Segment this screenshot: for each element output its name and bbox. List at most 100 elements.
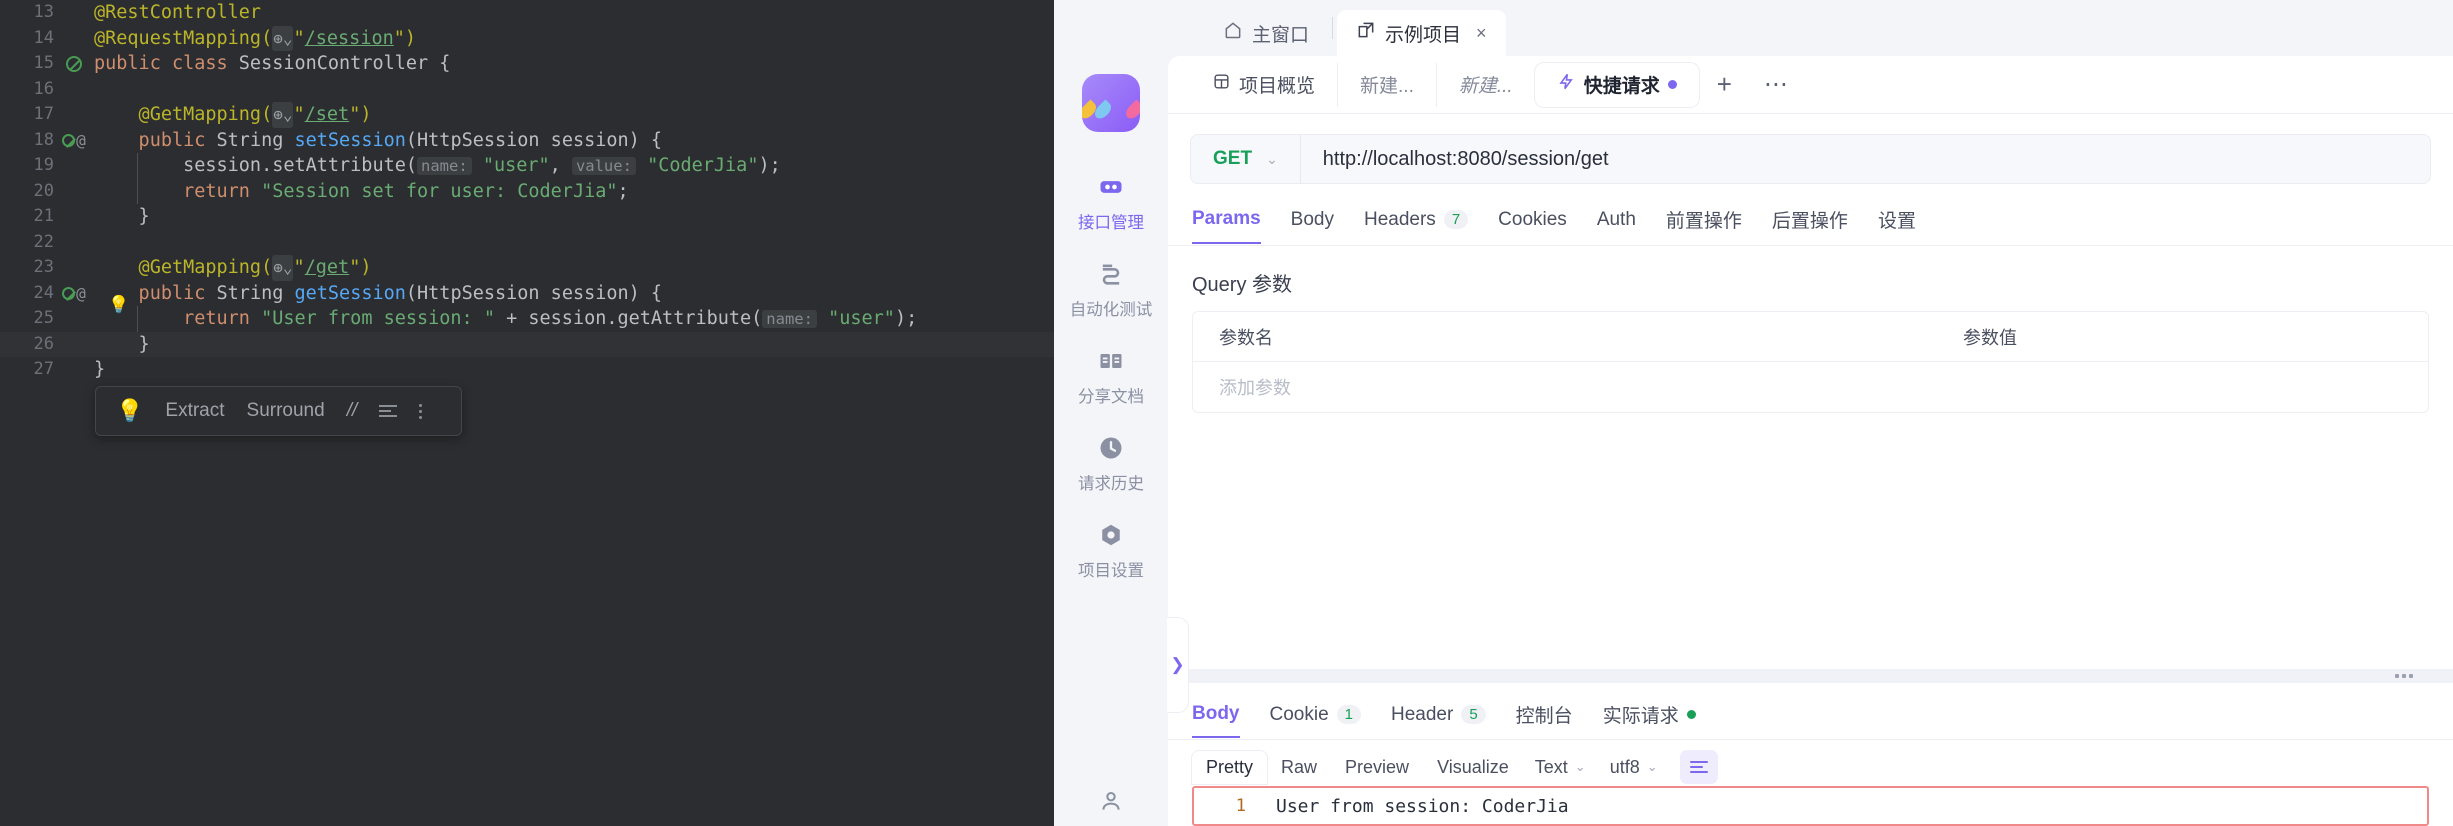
add-param-placeholder[interactable]: 添加参数 xyxy=(1193,374,1953,400)
more-vertical-icon[interactable] xyxy=(419,403,423,419)
drag-grip-icon[interactable] xyxy=(2395,674,2413,678)
code-line[interactable]: 14 @RequestMapping(⊕⌄"/session") xyxy=(0,25,1054,51)
sidebar-item-4[interactable]: 请求历史 xyxy=(1070,421,1153,508)
tab-overflow-button[interactable]: ⋯ xyxy=(1750,63,1803,107)
globe-icon: ⊕⌄ xyxy=(272,255,294,281)
method-select[interactable]: GET ⌄ xyxy=(1191,135,1301,183)
code-editor[interactable]: 13 @RestController 14 @RequestMapping(⊕⌄"/s… xyxy=(0,0,1054,826)
token: } xyxy=(94,206,150,227)
format-tab-visualize[interactable]: Visualize xyxy=(1423,751,1523,784)
indent-icon[interactable] xyxy=(379,405,398,417)
format-tab-pretty[interactable]: Pretty xyxy=(1192,750,1268,784)
document-tab-4[interactable]: 快捷请求 xyxy=(1534,62,1699,107)
user-icon[interactable] xyxy=(1054,774,1168,826)
code-line[interactable]: 18 @ public String setSession(HttpSession… xyxy=(0,128,1054,154)
sidebar-item-5[interactable]: 项目设置 xyxy=(1070,508,1153,595)
intention-actions-popup[interactable]: 💡 Extract Surround // xyxy=(95,386,462,436)
token: public xyxy=(94,129,217,151)
external-link-icon xyxy=(1356,20,1376,46)
response-panel: Body Cookie 1 Header 5 控制台 实际请求 Pretty Raw Previ… xyxy=(1168,683,2453,826)
word-wrap-icon[interactable] xyxy=(1679,750,1718,784)
class-run-gutter-icon[interactable] xyxy=(56,55,92,72)
request-tab-auth[interactable]: Auth xyxy=(1597,209,1636,243)
code-line[interactable]: 27} xyxy=(0,357,1054,383)
token: ); xyxy=(894,307,918,329)
response-body-viewer[interactable]: 1 User from session: CoderJia xyxy=(1192,786,2429,826)
document-tab-3[interactable]: 新建... xyxy=(1435,62,1535,107)
request-tab-cookies[interactable]: Cookies xyxy=(1498,209,1567,243)
request-tab-params[interactable]: Params xyxy=(1192,208,1261,244)
request-tab-body[interactable]: Body xyxy=(1291,209,1334,243)
query-params-table[interactable]: 参数名 参数值 添加参数 xyxy=(1192,311,2429,413)
method-label: GET xyxy=(1213,148,1253,169)
token: "user" xyxy=(471,154,550,176)
format-tab-preview[interactable]: Preview xyxy=(1331,751,1423,784)
response-tab-label: 实际请求 xyxy=(1602,706,1679,727)
code-line[interactable]: 15 public class SessionController { xyxy=(0,51,1054,77)
code-line[interactable]: 17 @GetMapping(⊕⌄"/set") xyxy=(0,102,1054,128)
format-tab-raw[interactable]: Raw xyxy=(1267,751,1331,784)
url-bar[interactable]: GET ⌄ http://localhost:8080/session/get xyxy=(1190,134,2431,184)
method-run-gutter-icon[interactable]: @ xyxy=(56,281,92,307)
response-tab-5[interactable]: 实际请求 xyxy=(1603,701,1696,739)
new-tab-button[interactable]: + xyxy=(1699,63,1750,107)
home-icon xyxy=(1223,20,1243,46)
format-encoding-select-label: utf8 xyxy=(1609,756,1640,777)
token: @RequestMapping( xyxy=(94,27,273,49)
surround-action[interactable]: Surround xyxy=(247,400,325,422)
sidebar-item-3[interactable]: 分享文档 xyxy=(1070,334,1153,421)
code-line[interactable]: 21 } xyxy=(0,204,1054,230)
extract-action[interactable]: Extract xyxy=(165,400,224,422)
response-tab-bar: Body Cookie 1 Header 5 控制台 实际请求 xyxy=(1168,683,2453,740)
code-line[interactable]: 25 return "User from session: " + sessio… xyxy=(0,306,1054,332)
format-type-select[interactable]: Text ⌄ xyxy=(1523,751,1598,784)
code-text: return "User from session: " + session.g… xyxy=(92,306,917,333)
code-text: public String setSession(HttpSession ses… xyxy=(92,128,663,154)
code-line[interactable]: 23 @GetMapping(⊕⌄"/get") xyxy=(0,255,1054,281)
token: @RestController xyxy=(94,2,262,23)
token: "CoderJia" xyxy=(635,154,759,176)
unsaved-dot-icon xyxy=(1667,80,1677,89)
request-tab-后置操作[interactable]: 后置操作 xyxy=(1772,206,1848,245)
request-tab-设置[interactable]: 设置 xyxy=(1878,206,1916,245)
bulb-icon[interactable]: 💡 xyxy=(116,398,143,424)
request-tab-bar: Params Body Headers 7 Cookies Auth 前置操作 后置操作 设置 xyxy=(1168,184,2453,245)
document-tab-2[interactable]: 新建... xyxy=(1337,62,1436,107)
code-line[interactable]: 16 xyxy=(0,77,1054,103)
chevron-right-icon[interactable]: ❯ xyxy=(1167,617,1189,713)
code-line[interactable]: 22 xyxy=(0,230,1054,256)
close-icon[interactable]: × xyxy=(1476,23,1487,44)
code-line[interactable]: 24 @ public String getSession(HttpSession… xyxy=(0,281,1054,315)
response-tab-4[interactable]: 控制台 xyxy=(1516,701,1573,739)
count-badge: 1 xyxy=(1336,705,1361,724)
code-line[interactable]: 26 } xyxy=(0,331,1054,357)
document-tab-1[interactable]: 项目概览 xyxy=(1190,63,1337,107)
request-tab-headers[interactable]: Headers 7 xyxy=(1364,209,1469,243)
url-input[interactable]: http://localhost:8080/session/get xyxy=(1301,148,1609,171)
method-run-gutter-icon[interactable]: @ xyxy=(56,128,92,154)
globe-icon: ⊕⌄ xyxy=(272,102,294,128)
comment-action[interactable]: // xyxy=(347,400,358,422)
request-tab-前置操作[interactable]: 前置操作 xyxy=(1666,206,1742,245)
format-encoding-select[interactable]: utf8 ⌄ xyxy=(1598,751,1670,784)
rail-item-list: 接口管理 自动化测试 分享文档 请求历史 项目设置 xyxy=(1070,160,1153,595)
code-line[interactable]: 13 @RestController xyxy=(0,0,1054,26)
sidebar-item-2[interactable]: 自动化测试 xyxy=(1070,247,1152,334)
code-line[interactable]: 19 session.setAttribute(name: "user", va… xyxy=(0,153,1054,179)
param-hint: name: xyxy=(762,309,817,328)
window-tab-home[interactable]: 主窗口 xyxy=(1204,10,1328,56)
sidebar-item-1[interactable]: 接口管理 xyxy=(1070,160,1153,247)
panel-splitter[interactable]: ❯ xyxy=(1167,617,2453,713)
token: "Session set for user: CoderJia" xyxy=(261,180,618,202)
window-tab-project[interactable]: 示例项目 × xyxy=(1337,10,1506,56)
document-tab-label: 新建... xyxy=(1458,76,1513,97)
response-tab-1[interactable]: Body xyxy=(1192,703,1240,738)
request-tab-label: Params xyxy=(1192,207,1261,229)
request-tab-label: 后置操作 xyxy=(1771,211,1848,232)
bolt-icon xyxy=(1557,72,1576,97)
response-tab-3[interactable]: Header 5 xyxy=(1391,704,1486,737)
code-line[interactable]: 20 return "Session set for user: CoderJi… xyxy=(0,178,1054,204)
indent-guide xyxy=(137,306,138,332)
table-row-add[interactable]: 添加参数 xyxy=(1193,362,2428,412)
response-tab-2[interactable]: Cookie 1 xyxy=(1270,704,1361,737)
